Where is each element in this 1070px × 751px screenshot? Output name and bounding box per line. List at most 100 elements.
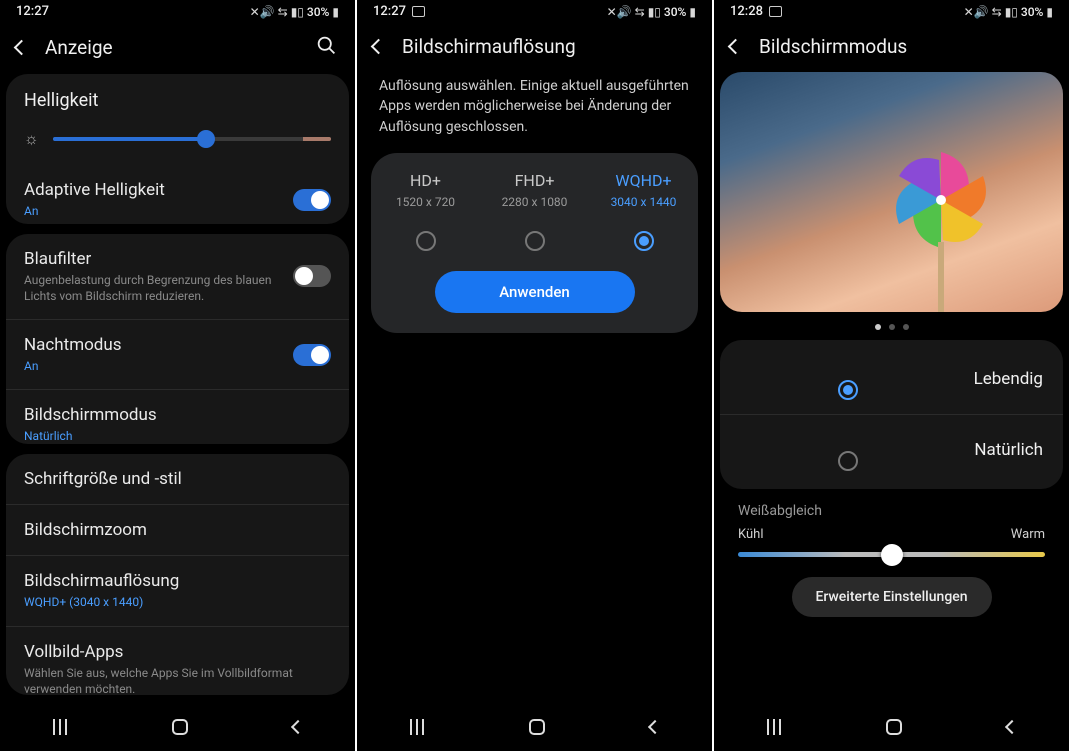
nav-home[interactable] <box>529 719 545 735</box>
res-name: WQHD+ <box>595 171 692 190</box>
preview-image[interactable] <box>720 72 1063 312</box>
mute-icon: ✕🔊 <box>250 5 275 19</box>
battery-icon: ▮ <box>1046 5 1053 19</box>
header: Anzeige <box>0 21 355 74</box>
phone-screen-screenmode: 12:28 ✕🔊 ⇆ ▮▯ 30% ▮ Bildschirmmodus <box>714 0 1069 751</box>
radio-icon <box>838 451 858 471</box>
resolution-card: HD+ 1520 x 720 FHD+ 2280 x 1080 WQHD+ 30… <box>371 153 698 333</box>
battery-icon: ▮ <box>689 5 696 19</box>
adaptive-toggle[interactable] <box>293 189 331 211</box>
resolution-sub: WQHD+ (3040 x 1440) <box>24 594 331 610</box>
mode-label: Lebendig <box>974 369 1043 389</box>
advanced-settings-button[interactable]: Erweiterte Einstellungen <box>792 577 992 617</box>
status-bar: 12:27 ✕🔊 ⇆ ▮▯ 30% ▮ <box>357 0 712 21</box>
fullscreen-sub: Wählen Sie aus, welche Apps Sie im Vollb… <box>24 665 331 695</box>
wb-endpoints: Kühl Warm <box>738 527 1045 542</box>
fontsize-title: Schriftgröße und -stil <box>24 469 331 489</box>
resolution-description: Auflösung auswählen. Einige aktuell ausg… <box>357 72 712 153</box>
apply-button[interactable]: Anwenden <box>435 271 635 313</box>
nav-recent[interactable] <box>53 719 67 735</box>
resolution-option-fhd[interactable]: FHD+ 2280 x 1080 <box>480 171 589 251</box>
display-options-card: Blaufilter Augenbelastung durch Begrenzu… <box>6 234 349 445</box>
dot-icon <box>889 324 895 330</box>
fullscreen-row[interactable]: Vollbild-Apps Wählen Sie aus, welche App… <box>6 627 349 695</box>
status-bar: 12:28 ✕🔊 ⇆ ▮▯ 30% ▮ <box>714 0 1069 21</box>
res-dim: 3040 x 1440 <box>595 195 692 209</box>
white-balance-label: Weißabgleich <box>714 503 1069 527</box>
dot-icon <box>875 324 881 330</box>
back-button[interactable] <box>373 41 384 52</box>
brightness-slider[interactable] <box>53 137 331 141</box>
pinwheel-icon <box>871 140 1011 312</box>
status-icons: ✕🔊 ⇆ ▮▯ 30% ▮ <box>964 5 1053 19</box>
wb-cool-label: Kühl <box>738 527 764 542</box>
search-button[interactable] <box>316 35 337 60</box>
screenmode-row[interactable]: Bildschirmmodus Natürlich <box>6 390 349 444</box>
fontsize-row[interactable]: Schriftgröße und -stil <box>6 454 349 505</box>
resolution-title: Bildschirmauflösung <box>24 571 331 591</box>
nav-home[interactable] <box>172 719 188 735</box>
system-navbar <box>357 705 712 751</box>
screenmode-sub: Natürlich <box>24 428 331 444</box>
nav-back[interactable] <box>1004 720 1018 734</box>
header: Bildschirmmodus <box>714 21 1069 72</box>
page-title: Anzeige <box>45 36 298 59</box>
bluefilter-title: Blaufilter <box>24 249 281 269</box>
battery-pct: 30% <box>664 5 686 19</box>
picture-icon <box>412 6 425 17</box>
wifi-icon: ⇆ <box>278 5 288 19</box>
battery-icon: ▮ <box>332 5 339 19</box>
res-name: HD+ <box>377 171 474 190</box>
nightmode-row[interactable]: Nachtmodus An <box>6 320 349 390</box>
radio-icon <box>838 380 858 400</box>
chevron-left-icon <box>14 40 30 56</box>
resolution-option-wqhd[interactable]: WQHD+ 3040 x 1440 <box>589 171 698 251</box>
bluefilter-row[interactable]: Blaufilter Augenbelastung durch Begrenzu… <box>6 234 349 320</box>
adaptive-brightness-row[interactable]: Adaptive Helligkeit An <box>6 165 349 224</box>
mode-option-natural[interactable]: Natürlich <box>720 415 1063 485</box>
picture-icon <box>769 6 782 17</box>
radio-icon <box>416 231 436 251</box>
radio-icon <box>634 231 654 251</box>
nav-recent[interactable] <box>767 719 781 735</box>
status-time: 12:27 <box>373 4 406 19</box>
signal-icon: ▮▯ <box>1005 5 1018 19</box>
nav-back[interactable] <box>647 720 661 734</box>
phone-screen-display-settings: 12:27 ✕🔊 ⇆ ▮▯ 30% ▮ Anzeige Helligkeit ☼ <box>0 0 355 751</box>
mode-card: Lebendig Natürlich <box>720 340 1063 489</box>
screenmode-title: Bildschirmmodus <box>24 405 331 425</box>
white-balance-slider[interactable] <box>738 552 1045 557</box>
status-time: 12:28 <box>730 4 763 19</box>
bluefilter-toggle[interactable] <box>293 265 331 287</box>
nightmode-toggle[interactable] <box>293 344 331 366</box>
resolution-row[interactable]: Bildschirmauflösung WQHD+ (3040 x 1440) <box>6 556 349 626</box>
nightmode-sub: An <box>24 358 281 374</box>
signal-icon: ▮▯ <box>648 5 661 19</box>
phone-screen-resolution: 12:27 ✕🔊 ⇆ ▮▯ 30% ▮ Bildschirmauflösung … <box>357 0 712 751</box>
nav-back[interactable] <box>290 720 304 734</box>
status-time: 12:27 <box>16 4 49 19</box>
wb-warm-label: Warm <box>1011 527 1045 542</box>
nav-home[interactable] <box>886 719 902 735</box>
status-icons: ✕🔊 ⇆ ▮▯ 30% ▮ <box>250 5 339 19</box>
page-title: Bildschirmmodus <box>759 35 1051 58</box>
header: Bildschirmauflösung <box>357 21 712 72</box>
back-button[interactable] <box>16 42 27 53</box>
status-bar: 12:27 ✕🔊 ⇆ ▮▯ 30% ▮ <box>0 0 355 21</box>
zoom-title: Bildschirmzoom <box>24 520 331 540</box>
battery-pct: 30% <box>307 5 329 19</box>
nightmode-title: Nachtmodus <box>24 335 281 355</box>
page-indicator <box>714 324 1069 330</box>
resolution-option-hd[interactable]: HD+ 1520 x 720 <box>371 171 480 251</box>
chevron-left-icon <box>728 39 744 55</box>
more-display-card: Schriftgröße und -stil Bildschirmzoom Bi… <box>6 454 349 695</box>
back-button[interactable] <box>730 41 741 52</box>
zoom-row[interactable]: Bildschirmzoom <box>6 505 349 556</box>
chevron-left-icon <box>371 39 387 55</box>
mute-icon: ✕🔊 <box>607 5 632 19</box>
res-name: FHD+ <box>486 171 583 190</box>
brightness-card: Helligkeit ☼ Adaptive Helligkeit An <box>6 74 349 224</box>
nav-recent[interactable] <box>410 719 424 735</box>
signal-icon: ▮▯ <box>291 5 304 19</box>
mode-option-vivid[interactable]: Lebendig <box>720 344 1063 415</box>
